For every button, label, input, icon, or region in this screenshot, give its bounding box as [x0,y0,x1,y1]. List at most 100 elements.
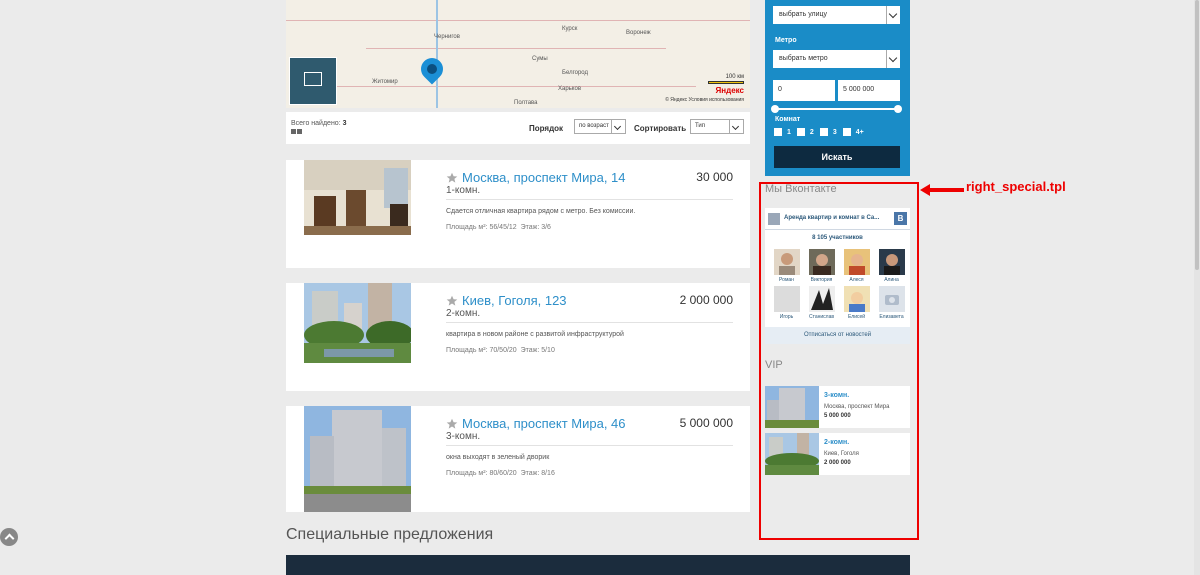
room-option-label: 2 [809,128,814,136]
sort-select-value: Тип [695,123,706,129]
listing-price: 30 000 [696,170,733,184]
listing-area: Площадь м²: 80/60/20 [446,470,517,477]
search-filter: выбрать улицу Метро выбрать метро 0 5 00… [765,0,910,176]
map[interactable]: Чернигов Курск Воронеж Житомир Сумы Белг… [286,0,750,108]
map-road [286,20,750,21]
special-offers-title: Специальные предложения [286,526,494,543]
room-option[interactable]: 2 [796,128,814,136]
divider [446,199,733,200]
checkbox[interactable] [796,128,805,136]
order-select[interactable]: по возраст [574,119,626,134]
list-view-icon[interactable] [297,129,302,134]
metro-label: Метро [775,37,797,44]
listing-floor: Этаж: 5/10 [520,347,555,354]
order-select-value: по возраст [579,123,609,129]
special-offers-carousel[interactable] [286,555,910,575]
sort-select[interactable]: Тип [690,119,744,134]
listing-card[interactable]: Москва, проспект Мира, 14 1-комн. 30 000… [286,160,750,268]
listing-title[interactable]: Москва, проспект Мира, 46 [446,416,626,431]
listing-description: Сдается отличная квартира рядом с метро.… [446,208,636,215]
listing-meta: Площадь м²: 56/45/12 Этаж: 3/6 [446,224,551,231]
listing-rooms: 2-комн. [446,308,481,319]
map-pin-icon[interactable] [416,53,448,85]
map-copyright[interactable]: © Яндекс Условия использования [665,97,744,103]
listing-title-text[interactable]: Москва, проспект Мира, 46 [462,416,626,431]
star-icon[interactable] [446,172,458,184]
street-select-value: выбрать улицу [779,11,828,18]
star-icon[interactable] [446,418,458,430]
listing-area: Площадь м²: 56/45/12 [446,224,517,231]
map-river [436,0,438,108]
listing-photo[interactable] [304,406,411,512]
slider-handle-min[interactable] [771,105,779,113]
chevron-down-icon [611,120,625,133]
metro-select-value: выбрать метро [779,55,828,62]
listing-title-text[interactable]: Москва, проспект Мира, 14 [462,170,626,185]
room-option[interactable]: 3 [819,128,837,136]
order-label: Порядок [529,124,564,133]
map-city: Белгород [562,70,589,76]
scroll-to-top-button[interactable] [0,528,18,546]
map-scale: 100 км [725,74,744,80]
price-slider[interactable] [771,105,902,113]
results-count-label: Всего найдено: [291,120,341,127]
annotation-label: right_special.tpl [966,179,1066,194]
listing-rooms: 1-комн. [446,185,481,196]
listing-photo[interactable] [304,160,411,235]
map-city: Житомир [372,79,398,85]
listing-area: Площадь м²: 70/50/20 [446,347,517,354]
listing-photo[interactable] [304,283,411,363]
listing-floor: Этаж: 3/6 [520,224,551,231]
chevron-down-icon [886,6,900,24]
scrollbar-thumb[interactable] [1195,0,1199,270]
listing-title[interactable]: Москва, проспект Мира, 14 [446,170,626,185]
listing-meta: Площадь м²: 80/60/20 Этаж: 8/16 [446,470,555,477]
listing-floor: Этаж: 8/16 [520,470,555,477]
metro-select[interactable]: выбрать метро [773,50,900,68]
room-option[interactable]: 1 [774,128,791,136]
checkbox[interactable] [774,128,782,136]
map-city: Полтава [514,100,538,106]
view-toggle[interactable] [291,129,302,134]
street-select[interactable]: выбрать улицу [773,6,900,24]
price-to-input[interactable]: 5 000 000 [838,80,900,101]
chevron-down-icon [886,50,900,68]
grid-view-icon[interactable] [291,129,296,134]
price-from-input[interactable]: 0 [773,80,835,101]
room-option-label: 4+ [855,128,864,136]
map-scale-bar [708,81,744,84]
room-option[interactable]: 4+ [842,128,864,136]
room-option-label: 1 [787,128,791,136]
yandex-logo: Яндекс [715,86,744,95]
listing-title[interactable]: Киев, Гоголя, 123 [446,293,567,308]
rooms-label: Комнат [775,116,801,123]
results-count-value: 3 [342,120,347,127]
listing-description: окна выходят в зеленый дворик [446,454,550,461]
listing-card[interactable]: Москва, проспект Мира, 46 3-комн. 5 000 … [286,406,750,512]
listing-price: 2 000 000 [679,293,733,307]
map-road [316,86,696,87]
map-city: Сумы [532,56,548,62]
rooms-options: 1 2 3 4+ [774,128,864,136]
checkbox[interactable] [842,128,851,136]
checkbox[interactable] [819,128,828,136]
star-icon[interactable] [446,295,458,307]
listing-price: 5 000 000 [679,416,733,430]
divider [446,445,733,446]
slider-handle-max[interactable] [894,105,902,113]
page-scrollbar[interactable] [1194,0,1200,575]
map-minimap[interactable] [289,57,337,105]
sort-label: Сортировать [634,124,687,133]
listing-rooms: 3-комн. [446,431,481,442]
search-button[interactable]: Искать [774,146,900,168]
chevron-down-icon [729,120,743,133]
results-toolbar: Всего найдено: 3 Порядок по возраст Сорт… [286,112,750,144]
map-city: Курск [562,26,578,32]
room-option-label: 3 [832,128,837,136]
listing-card[interactable]: Киев, Гоголя, 123 2-комн. 2 000 000 квар… [286,283,750,391]
listing-description: квартира в новом районе с развитой инфра… [446,331,624,338]
map-city: Чернигов [434,34,460,40]
annotation-highlight-box [759,182,919,540]
map-road [366,48,666,49]
listing-title-text[interactable]: Киев, Гоголя, 123 [462,293,567,308]
